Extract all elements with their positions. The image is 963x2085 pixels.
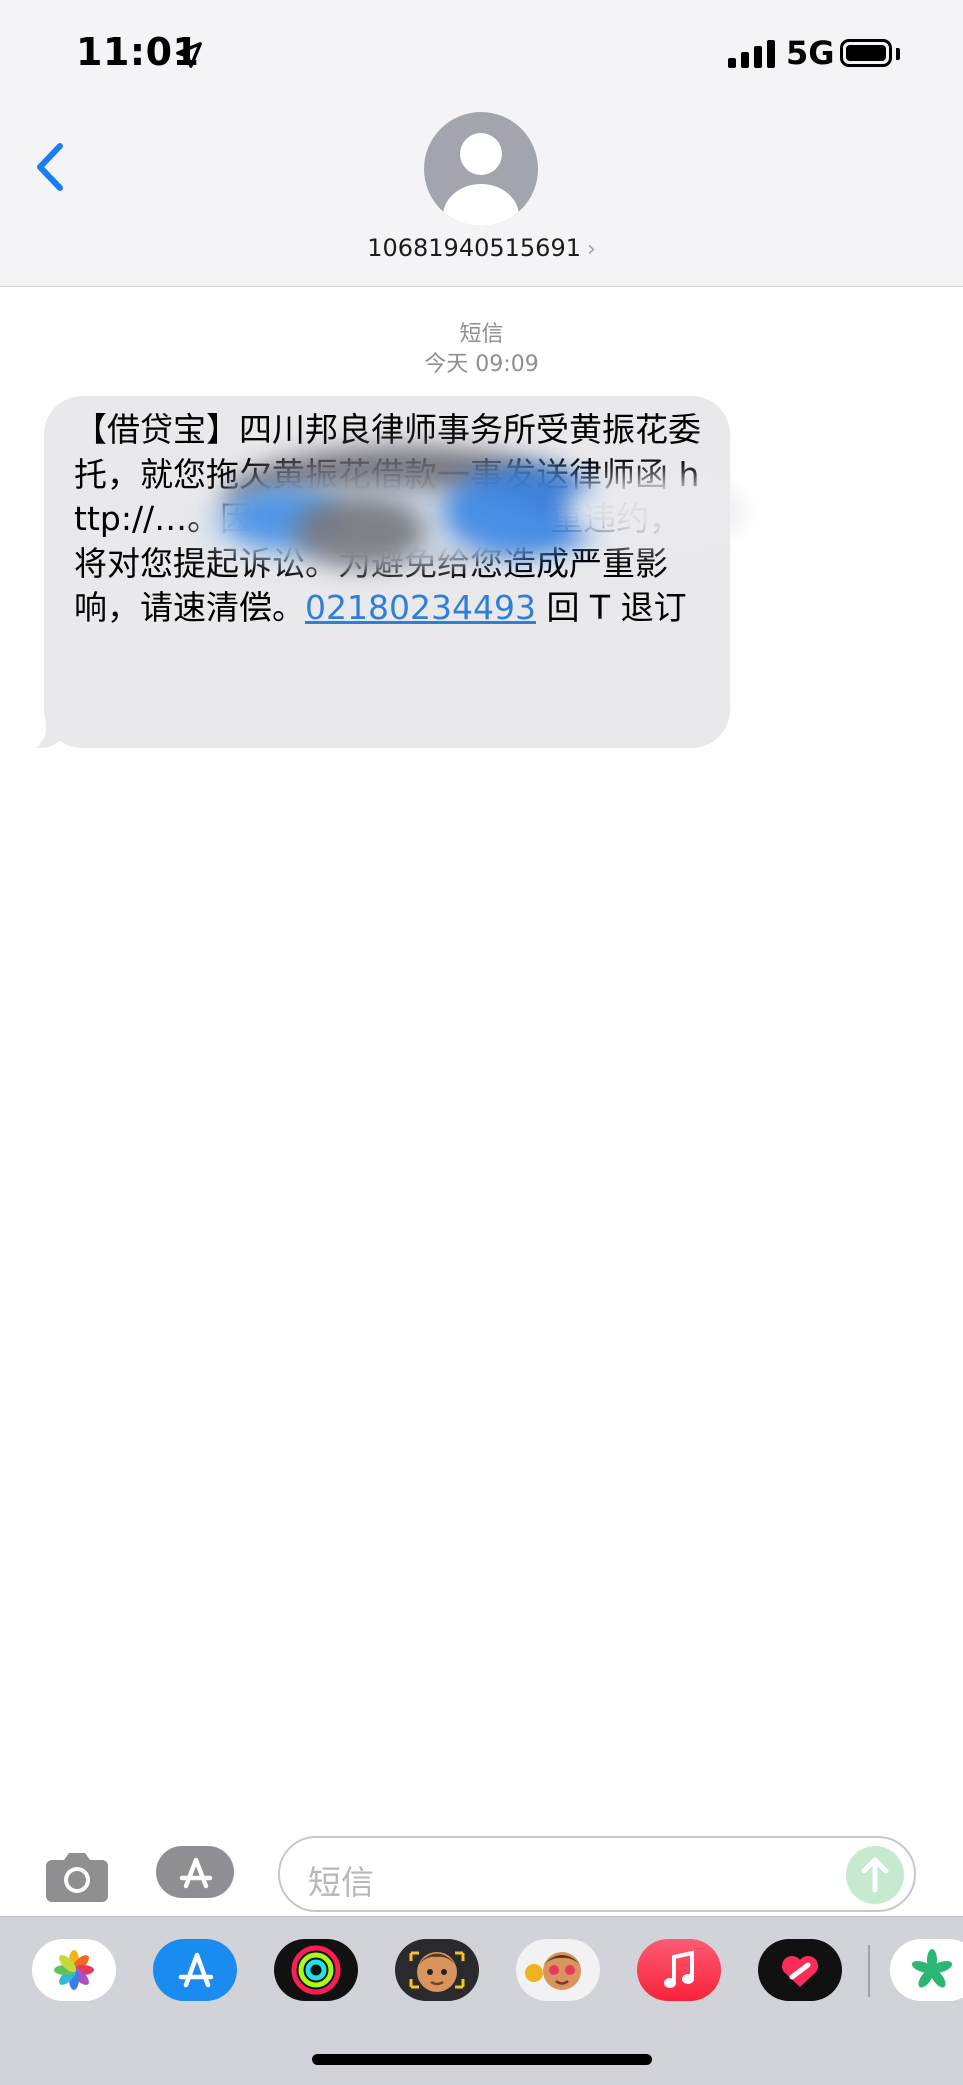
dock-divider xyxy=(868,1945,870,1997)
send-button[interactable] xyxy=(846,1846,904,1904)
battery-tip xyxy=(896,48,900,60)
redaction-blur xyxy=(564,476,744,546)
app-store-app-icon[interactable] xyxy=(153,1939,237,2001)
status-bar: 11:01 5G xyxy=(0,0,963,110)
home-indicator[interactable] xyxy=(312,2054,652,2065)
cellular-signal-icon xyxy=(728,40,775,68)
navigation-header: 11:01 5G 10681940515691 › xyxy=(0,0,963,287)
message-input-placeholder: 短信 xyxy=(308,1863,374,1902)
chevron-right-icon: › xyxy=(586,237,596,262)
network-type: 5G xyxy=(786,34,835,72)
battery-icon xyxy=(840,39,892,67)
phone-link[interactable]: 02180234493 xyxy=(305,588,536,627)
digital-touch-app-icon[interactable] xyxy=(758,1939,842,2001)
extension-app-icon[interactable] xyxy=(890,1939,963,2001)
contact-avatar[interactable] xyxy=(424,112,538,226)
person-placeholder-icon xyxy=(443,133,519,226)
sender-label: 10681940515691 xyxy=(367,234,581,262)
camera-icon[interactable] xyxy=(42,1848,112,1904)
memoji-app-icon[interactable] xyxy=(395,1939,479,2001)
unsubscribe-text: 回 T 退订 xyxy=(535,588,687,627)
message-timestamp: 今天 09:09 xyxy=(424,352,539,377)
animoji-app-icon[interactable] xyxy=(516,1939,600,2001)
sender-number[interactable]: 10681940515691 › xyxy=(0,234,963,262)
service-label: 短信 xyxy=(459,322,504,347)
message-input[interactable]: 短信 xyxy=(278,1836,916,1912)
message-bubble[interactable]: 【借贷宝】四川邦良律师事务所受黄振花委托，就您拖欠黄振花借款一事发送律师函 ht… xyxy=(44,396,744,748)
photos-app-icon[interactable] xyxy=(32,1939,116,2001)
music-app-icon[interactable] xyxy=(637,1939,721,2001)
app-store-button[interactable] xyxy=(156,1846,234,1898)
arrow-up-icon xyxy=(861,1857,889,1893)
location-arrow-icon xyxy=(176,42,202,68)
app-store-glyph-icon xyxy=(179,1857,213,1889)
redaction-blur xyxy=(294,496,424,566)
activity-app-icon[interactable] xyxy=(274,1939,358,2001)
back-chevron-icon[interactable] xyxy=(30,140,66,194)
